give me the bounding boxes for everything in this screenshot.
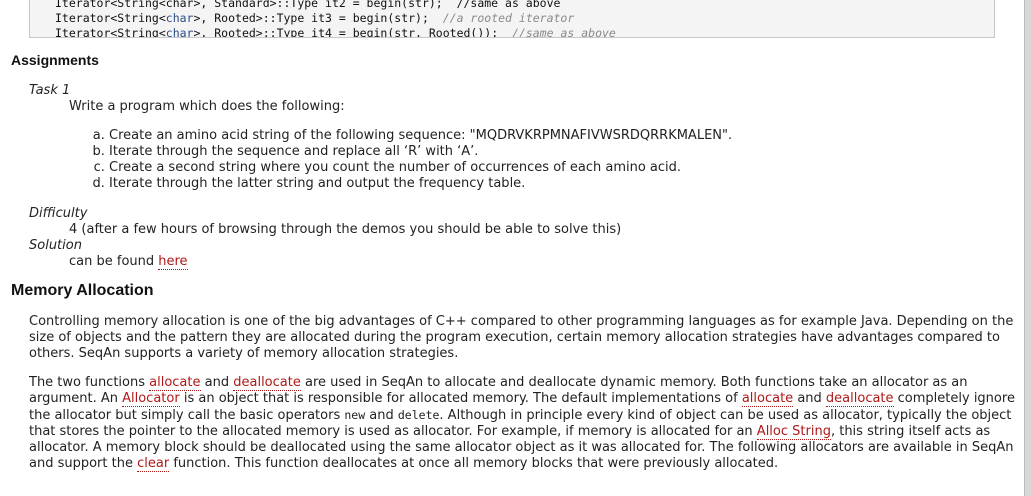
alloc-string-link[interactable]: Alloc String	[756, 424, 831, 440]
code-text: Iterator<String<	[55, 26, 166, 38]
code-keyword: char	[165, 11, 194, 25]
memory-allocation-heading: Memory Allocation	[11, 282, 154, 299]
code-comment: //a rooted iterator	[442, 11, 575, 25]
difficulty-label: Difficulty	[29, 206, 88, 221]
code-text: Iterator<String<	[55, 11, 166, 25]
code-line: Iterator<String<char>, Rooted>::Type it3…	[55, 11, 994, 26]
text: is an object that is responsible for all…	[179, 391, 742, 406]
solution-label: Solution	[29, 238, 82, 253]
inline-code-new: new	[344, 408, 366, 422]
list-item: Iterate through the sequence and replace…	[109, 144, 732, 160]
solution-prefix: can be found	[69, 254, 159, 269]
task-label: Task 1	[29, 83, 71, 98]
task-intro: Write a program which does the following…	[69, 99, 345, 114]
difficulty-text: 4 (after a few hours of browsing through…	[69, 222, 622, 237]
text: and	[365, 408, 398, 423]
text: and	[200, 375, 234, 390]
allocator-link[interactable]: Allocator	[122, 391, 180, 407]
code-block: Iterator<String<char>, Standard>::Type i…	[29, 0, 995, 38]
solution-text: can be found here	[69, 254, 188, 270]
code-text: >, Rooted>::Type it4 = begin(str, Rooted…	[193, 26, 512, 38]
deallocate-link[interactable]: deallocate	[825, 391, 894, 407]
task-steps-list: Create an amino acid string of the follo…	[69, 128, 732, 192]
text: function. This function deallocates at o…	[169, 456, 779, 471]
clear-link[interactable]: clear	[137, 456, 170, 472]
solution-link[interactable]: here	[158, 254, 188, 270]
code-text: >, Rooted>::Type it3 = begin(str);	[193, 11, 443, 25]
allocate-link[interactable]: allocate	[741, 391, 794, 407]
code-line-partial: Iterator<String<char>, Standard>::Type i…	[55, 0, 561, 10]
memory-intro-paragraph: Controlling memory allocation is one of …	[29, 314, 1014, 361]
code-comment: //same as above	[511, 26, 616, 38]
code-keyword: char	[165, 26, 194, 38]
text: The two functions	[29, 375, 150, 390]
assignments-heading: Assignments	[11, 52, 99, 68]
inline-code-delete: delete	[397, 408, 440, 422]
deallocate-link[interactable]: deallocate	[233, 375, 301, 391]
memory-functions-paragraph: The two functions allocate and deallocat…	[29, 375, 1021, 472]
list-item: Create a second string where you count t…	[109, 160, 732, 176]
text: and	[793, 391, 826, 406]
list-item: Create an amino acid string of the follo…	[109, 128, 732, 144]
window-edge	[1024, 0, 1031, 496]
code-line: Iterator<String<char>, Rooted>::Type it4…	[55, 26, 994, 38]
allocate-link[interactable]: allocate	[149, 375, 201, 391]
list-item: Iterate through the latter string and ou…	[109, 176, 732, 192]
